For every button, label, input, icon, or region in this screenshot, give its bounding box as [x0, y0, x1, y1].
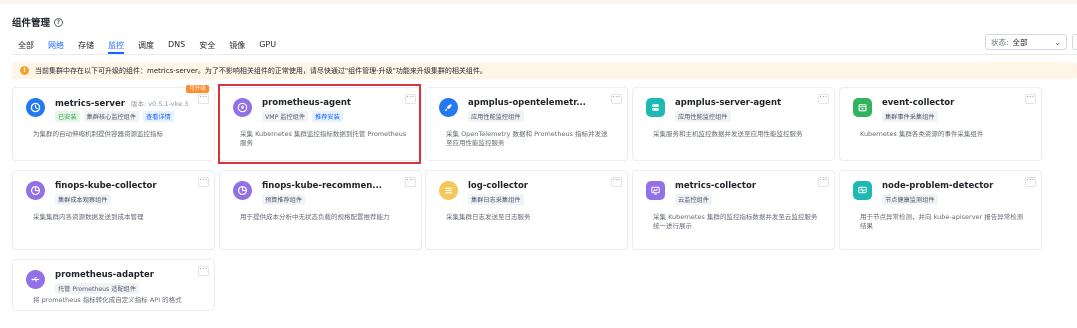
- more-options-icon[interactable]: ···: [1025, 177, 1036, 187]
- tab-all[interactable]: 全部: [18, 40, 34, 52]
- upgrade-warning-banner: ! 当前集群中存在以下可升级的组件：metrics-server。为了不影响相关…: [12, 62, 1077, 79]
- component-card[interactable]: ··· finops-kube-recommen... 预算推荐组件 用于提供成…: [219, 170, 422, 250]
- component-version: 版本: v0.5.1-vke.3: [130, 100, 189, 108]
- view-details-link[interactable]: 查看详情: [143, 111, 174, 122]
- component-tags: 预算推荐组件: [262, 194, 306, 205]
- tabs-divider: [12, 54, 1077, 55]
- category-tag: 云监控组件: [675, 194, 712, 205]
- calendar-icon: [853, 98, 872, 117]
- component-name: metrics-collector: [675, 181, 757, 191]
- usb-icon: [26, 270, 45, 289]
- monitor-chart-icon: [646, 181, 665, 200]
- component-description: 将 prometheus 指标转化成自定义指标 API 的格式: [33, 296, 182, 304]
- warning-icon: !: [20, 66, 29, 75]
- category-tag: 集群日志采集组件: [468, 194, 524, 205]
- component-name: finops-kube-recommen...: [262, 181, 382, 191]
- category-tag: 集群事件采集组件: [882, 111, 938, 122]
- component-tags: 应用性能监控组件: [675, 111, 731, 122]
- top-strip: [0, 0, 1077, 4]
- pie-chart-icon: [26, 181, 45, 200]
- log-list-icon: [439, 181, 458, 200]
- component-name: event-collector: [882, 98, 955, 108]
- component-tags: 集群事件采集组件: [882, 111, 938, 122]
- tab-gpu[interactable]: GPU: [259, 40, 276, 52]
- component-description: 用于节点异常检测，并向 kube-apiserver 报告异常检测结果: [860, 213, 1024, 230]
- category-tag: 集群成本观察组件: [55, 194, 111, 205]
- more-options-icon[interactable]: ···: [405, 177, 416, 187]
- component-description: 采集集群日志发送至日志服务: [446, 213, 531, 221]
- pulse-monitor-icon: [853, 181, 872, 200]
- more-options-icon[interactable]: ···: [1025, 94, 1036, 104]
- tab-storage[interactable]: 存储: [78, 40, 94, 52]
- installed-tag: 已安装: [55, 111, 80, 122]
- tab-image[interactable]: 镜像: [229, 40, 245, 52]
- component-card[interactable]: ··· node-problem-detector 节点健康监测组件 用于节点异…: [839, 170, 1042, 250]
- component-tags: 节点健康监测组件: [882, 194, 938, 205]
- banner-text: 当前集群中存在以下可升级的组件：metrics-server。为了不影响相关组件…: [35, 66, 487, 75]
- component-name: metrics-server 版本: v0.5.1-vke.3: [55, 99, 189, 109]
- refresh-button[interactable]: [1072, 34, 1077, 50]
- page-title: 组件管理 ?: [12, 15, 64, 29]
- tab-monitoring[interactable]: 监控: [108, 40, 124, 54]
- component-tags: 集群日志采集组件: [468, 194, 524, 205]
- component-description: 为集群的自动伸缩机制提供容器资源监控指标: [33, 130, 163, 138]
- chevron-down-icon: ⌄: [1054, 37, 1061, 47]
- more-options-icon[interactable]: ···: [198, 94, 209, 104]
- status-filter-value: 全部: [1012, 37, 1028, 47]
- component-name: apmplus-server-agent: [675, 98, 782, 108]
- highlight-frame: [218, 84, 421, 164]
- more-options-icon[interactable]: ···: [818, 94, 829, 104]
- category-tag: 预算推荐组件: [262, 194, 306, 205]
- more-options-icon[interactable]: ···: [198, 266, 209, 276]
- category-tag: 节点健康监测组件: [882, 194, 938, 205]
- component-name: apmplus-opentelemetr...: [468, 98, 586, 108]
- component-name: finops-kube-collector: [55, 181, 157, 191]
- rocket-icon: [439, 98, 458, 117]
- component-card[interactable]: ··· event-collector 集群事件采集组件 Kubernetes …: [839, 87, 1042, 161]
- component-tags: 云监控组件: [675, 194, 712, 205]
- component-tags: 托管 Prometheus 适配组件: [55, 283, 140, 294]
- more-options-icon[interactable]: ···: [198, 177, 209, 187]
- component-name: node-problem-detector: [882, 181, 994, 191]
- component-card[interactable]: ··· apmplus-opentelemetr... 应用性能监控组件 采集 …: [425, 87, 628, 161]
- server-icon: [646, 98, 665, 117]
- component-card[interactable]: ··· prometheus-adapter 托管 Prometheus 适配组…: [12, 259, 215, 311]
- component-card[interactable]: 可升级 ··· metrics-server 版本: v0.5.1-vke.3 已…: [12, 85, 215, 161]
- component-card[interactable]: ··· finops-kube-collector 集群成本观察组件 采集集群内…: [12, 170, 215, 250]
- component-tags: 集群成本观察组件: [55, 194, 111, 205]
- component-tags: 应用性能监控组件: [468, 111, 524, 122]
- component-description: 采集 Kubernetes 集群的监控指标数据并发至云监控服务统一进行展示: [653, 213, 818, 230]
- category-tag: 应用性能监控组件: [675, 111, 731, 122]
- component-description: 采集 OpenTelemetry 数据和 Prometheus 指标并发送至应用…: [446, 130, 608, 147]
- component-card[interactable]: ··· log-collector 集群日志采集组件 采集集群日志发送至日志服务: [425, 170, 628, 250]
- tab-dns[interactable]: DNS: [168, 40, 185, 52]
- category-tag: 集群核心监控组件: [83, 111, 140, 122]
- component-name: prometheus-adapter: [55, 270, 154, 280]
- component-card[interactable]: ··· metrics-collector 云监控组件 采集 Kubernete…: [632, 170, 835, 250]
- category-tag: 应用性能监控组件: [468, 111, 524, 122]
- category-tabs: 全部 网络 存储 监控 调度 DNS 安全 镜像 GPU: [18, 40, 276, 54]
- tab-network[interactable]: 网络: [48, 40, 64, 52]
- tab-security[interactable]: 安全: [199, 40, 215, 52]
- status-filter-select[interactable]: 状态: 全部 ⌄: [985, 34, 1067, 50]
- upgrade-badge: 可升级: [186, 85, 209, 93]
- page-title-text: 组件管理: [12, 18, 51, 29]
- component-name: log-collector: [468, 181, 528, 191]
- component-description: 采集集群内各资源数据发送到成本管理: [33, 213, 144, 221]
- tab-scheduling[interactable]: 调度: [138, 40, 154, 52]
- component-description: 用于提供成本分析中无状态负载的规格配置推荐能力: [240, 213, 390, 221]
- status-filter-label: 状态:: [991, 37, 1009, 47]
- more-options-icon[interactable]: ···: [611, 94, 622, 104]
- component-description: Kubernetes 集群各类资源的事件采集组件: [860, 130, 984, 138]
- more-options-icon[interactable]: ···: [611, 177, 622, 187]
- more-options-icon[interactable]: ···: [818, 177, 829, 187]
- component-description: 采集服务和主机监控数据并发送至应用性能监控服务: [653, 130, 803, 138]
- clock-icon: [26, 98, 45, 117]
- component-card[interactable]: ··· apmplus-server-agent 应用性能监控组件 采集服务和主…: [632, 87, 835, 161]
- pie-chart-icon: [233, 181, 252, 200]
- component-tags: 已安装 集群核心监控组件 查看详情: [55, 111, 174, 122]
- help-icon[interactable]: ?: [54, 17, 64, 27]
- category-tag: 托管 Prometheus 适配组件: [55, 283, 140, 294]
